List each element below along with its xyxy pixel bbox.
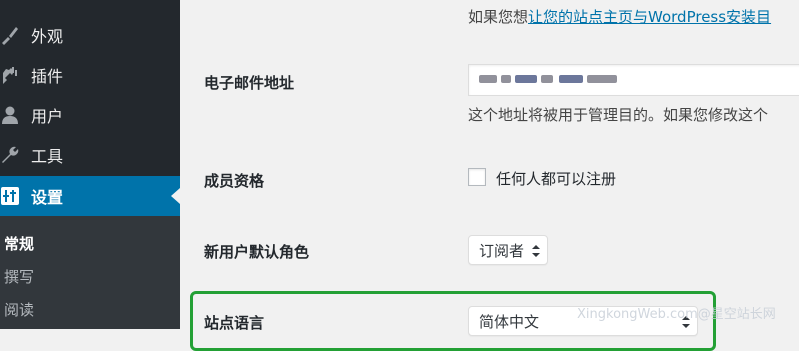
settings-content: 如果您想让您的站点主页与WordPress安装目 电子邮件地址 这个地址将被用于… (180, 0, 799, 351)
site-url-help-link[interactable]: 让您的站点主页与WordPress安装目 (528, 8, 771, 26)
site-url-note-prefix: 如果您想 (468, 8, 529, 26)
redacted-text (541, 75, 553, 83)
plugin-icon (0, 64, 22, 86)
default-role-value: 订阅者 (479, 241, 525, 260)
submenu-item-reading[interactable]: 阅读 (4, 299, 34, 320)
redacted-text (559, 75, 583, 83)
sidebar-item-label: 设置 (31, 188, 64, 207)
submenu-item-general[interactable]: 常规 (4, 233, 34, 254)
sidebar-item-appearance[interactable]: 外观 (0, 15, 180, 55)
sidebar-item-label: 插件 (31, 67, 64, 86)
redacted-text (587, 75, 617, 83)
site-url-note: 如果您想让您的站点主页与WordPress安装目 (468, 6, 771, 27)
brush-icon (0, 24, 22, 46)
redacted-text (479, 75, 497, 83)
anyone-can-register-checkbox[interactable] (468, 168, 486, 186)
sidebar-item-users[interactable]: 用户 (0, 95, 180, 135)
sidebar-item-label: 工具 (31, 147, 64, 166)
email-help-text: 这个地址将被用于管理目的。如果您修改这个 (468, 106, 769, 124)
settings-submenu: 常规 撰写 阅读 (0, 216, 180, 329)
submenu-item-writing[interactable]: 撰写 (4, 266, 34, 287)
watermark: XingkongWeb.com@星空站长网 (577, 307, 776, 322)
wrench-icon (0, 144, 22, 166)
redacted-text (501, 75, 511, 83)
site-language-label: 站点语言 (204, 314, 265, 332)
anyone-can-register-label[interactable]: 任何人都可以注册 (496, 168, 616, 189)
admin-sidebar: 外观 插件 用户 工具 设置 常规 撰写 阅读 (0, 0, 180, 329)
redacted-text (515, 75, 537, 83)
settings-icon (0, 185, 22, 207)
sidebar-item-label: 用户 (31, 107, 64, 126)
sidebar-item-plugins[interactable]: 插件 (0, 55, 180, 95)
membership-label: 成员资格 (204, 172, 265, 190)
site-language-value: 简体中文 (479, 312, 540, 331)
email-field[interactable] (468, 64, 799, 96)
sidebar-item-label: 外观 (31, 27, 64, 46)
email-label: 电子邮件地址 (204, 74, 295, 92)
user-icon (0, 104, 22, 126)
sidebar-item-tools[interactable]: 工具 (0, 135, 180, 175)
default-role-label: 新用户默认角色 (204, 243, 310, 261)
default-role-select[interactable]: 订阅者 (468, 235, 548, 265)
sidebar-item-settings[interactable]: 设置 (0, 176, 180, 216)
select-arrows-icon (532, 245, 540, 257)
